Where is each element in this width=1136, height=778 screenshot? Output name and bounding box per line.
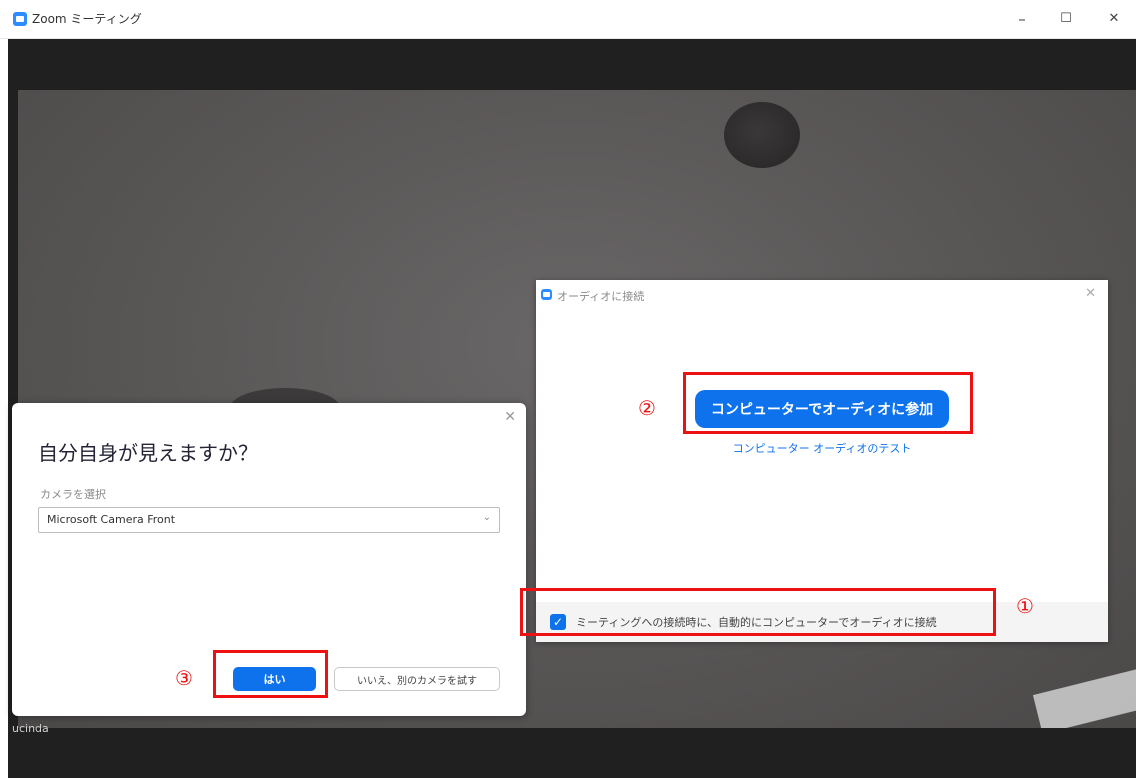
minimize-button[interactable]: – bbox=[1004, 7, 1040, 31]
annotation-box-3 bbox=[213, 650, 328, 698]
audio-dialog-title: オーディオに接続 bbox=[557, 290, 645, 303]
camera-dialog-heading: 自分自身が見えますか？ bbox=[38, 441, 258, 465]
zoom-logo-icon bbox=[541, 289, 552, 300]
chevron-down-icon: ⌄ bbox=[482, 512, 491, 523]
annotation-number-3: ③ bbox=[175, 666, 193, 690]
window-light-shape bbox=[1032, 666, 1136, 728]
annotation-box-2 bbox=[683, 372, 973, 434]
test-computer-audio-link[interactable]: コンピューター オーディオのテスト bbox=[536, 440, 1108, 456]
top-black-band bbox=[8, 39, 1136, 90]
close-window-button[interactable]: ✕ bbox=[1096, 7, 1132, 31]
camera-select-label: カメラを選択 bbox=[40, 488, 106, 501]
annotation-number-2: ② bbox=[638, 396, 656, 420]
maximize-button[interactable]: ☐ bbox=[1048, 7, 1084, 31]
camera-select[interactable]: Microsoft Camera Front ⌄ bbox=[38, 507, 500, 533]
annotation-number-1: ① bbox=[1016, 594, 1034, 618]
try-another-camera-button[interactable]: いいえ、別のカメラを試す bbox=[334, 667, 500, 691]
ceiling-light-shape bbox=[724, 102, 800, 168]
participant-name-label: ucinda bbox=[12, 722, 49, 735]
close-icon[interactable]: ✕ bbox=[1085, 286, 1096, 301]
window-title: Zoom ミーティング bbox=[32, 12, 142, 26]
zoom-logo-icon bbox=[13, 12, 27, 26]
annotation-box-1 bbox=[520, 588, 996, 636]
window-titlebar: Zoom ミーティング – ☐ ✕ bbox=[0, 0, 1136, 39]
bottom-black-band bbox=[8, 728, 1136, 778]
camera-select-value: Microsoft Camera Front bbox=[47, 513, 176, 526]
close-icon[interactable]: ✕ bbox=[504, 409, 516, 425]
